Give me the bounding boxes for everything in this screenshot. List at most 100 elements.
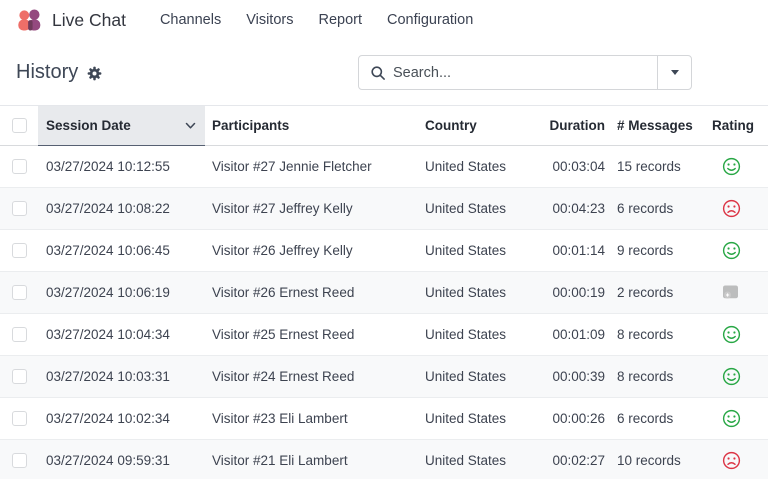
table-row[interactable]: 03/27/2024 10:03:31Visitor #24 Ernest Re… (0, 356, 768, 398)
cell-duration: 00:03:04 (535, 146, 605, 187)
column-header-participants[interactable]: Participants (205, 106, 425, 146)
cell-rating (705, 314, 768, 355)
cell-duration: 00:04:23 (535, 188, 605, 229)
page-title: History (16, 61, 78, 84)
sort-chevron-icon (185, 122, 196, 130)
row-checkbox[interactable] (12, 201, 27, 216)
rating-happy-icon (722, 325, 741, 344)
cell-session-date: 03/27/2024 10:02:34 (38, 398, 205, 439)
table-row[interactable]: 03/27/2024 10:06:19Visitor #26 Ernest Re… (0, 272, 768, 314)
cell-messages: 8 records (605, 356, 705, 397)
cell-messages: 15 records (605, 146, 705, 187)
cell-country: United States (425, 440, 535, 479)
livechat-logo-icon (16, 7, 43, 34)
column-header-duration[interactable]: Duration (535, 106, 605, 146)
cell-country: United States (425, 146, 535, 187)
cell-rating (705, 272, 768, 313)
row-select-cell[interactable] (0, 188, 38, 229)
row-checkbox[interactable] (12, 285, 27, 300)
rating-happy-icon (722, 157, 741, 176)
cell-rating (705, 146, 768, 187)
cell-country: United States (425, 356, 535, 397)
rating-sad-icon (722, 451, 741, 470)
row-select-cell[interactable] (0, 398, 38, 439)
cell-messages: 6 records (605, 188, 705, 229)
cell-messages: 8 records (605, 314, 705, 355)
search-icon (359, 65, 393, 81)
checkbox[interactable] (12, 118, 27, 133)
top-navbar: Live Chat Channels Visitors Report Confi… (0, 0, 768, 40)
menu-report[interactable]: Report (308, 6, 372, 34)
search-input[interactable] (393, 65, 657, 81)
rating-happy-icon (722, 409, 741, 428)
control-panel: History (0, 40, 768, 105)
cell-rating (705, 356, 768, 397)
cell-country: United States (425, 398, 535, 439)
row-checkbox[interactable] (12, 411, 27, 426)
cell-rating (705, 440, 768, 479)
row-select-cell[interactable] (0, 356, 38, 397)
cell-rating (705, 188, 768, 229)
app-name: Live Chat (52, 10, 126, 31)
cell-rating (705, 398, 768, 439)
table-row[interactable]: 03/27/2024 10:12:55Visitor #27 Jennie Fl… (0, 146, 768, 188)
menu-configuration[interactable]: Configuration (377, 6, 483, 34)
sessions-list: Session Date Participants Country Durati… (0, 105, 768, 479)
cell-duration: 00:00:26 (535, 398, 605, 439)
cell-rating (705, 230, 768, 271)
cell-messages: 9 records (605, 230, 705, 271)
table-row[interactable]: 03/27/2024 10:08:22Visitor #27 Jeffrey K… (0, 188, 768, 230)
cell-participants: Visitor #25 Ernest Reed (205, 314, 425, 355)
cell-duration: 00:01:14 (535, 230, 605, 271)
cell-session-date: 03/27/2024 10:06:19 (38, 272, 205, 313)
gear-icon[interactable] (87, 66, 102, 81)
row-select-cell[interactable] (0, 440, 38, 479)
cell-participants: Visitor #26 Ernest Reed (205, 272, 425, 313)
search-dropdown-toggle[interactable] (657, 56, 691, 89)
row-select-cell[interactable] (0, 272, 38, 313)
cell-participants: Visitor #21 Eli Lambert (205, 440, 425, 479)
menu-channels[interactable]: Channels (150, 6, 231, 34)
cell-session-date: 03/27/2024 10:06:45 (38, 230, 205, 271)
row-checkbox[interactable] (12, 369, 27, 384)
row-checkbox[interactable] (12, 327, 27, 342)
row-checkbox[interactable] (12, 159, 27, 174)
session-table-body: 03/27/2024 10:12:55Visitor #27 Jennie Fl… (0, 146, 768, 479)
cell-duration: 00:00:19 (535, 272, 605, 313)
rating-placeholder-icon (722, 285, 739, 300)
column-header-session-date[interactable]: Session Date (38, 106, 205, 146)
search-box (358, 55, 692, 90)
table-row[interactable]: 03/27/2024 09:59:31Visitor #21 Eli Lambe… (0, 440, 768, 479)
select-all-checkbox[interactable] (0, 106, 38, 146)
table-row[interactable]: 03/27/2024 10:04:34Visitor #25 Ernest Re… (0, 314, 768, 356)
table-row[interactable]: 03/27/2024 10:06:45Visitor #26 Jeffrey K… (0, 230, 768, 272)
column-header-rating[interactable]: Rating (705, 106, 768, 146)
cell-participants: Visitor #23 Eli Lambert (205, 398, 425, 439)
column-header-country[interactable]: Country (425, 106, 535, 146)
navbar-menus: Channels Visitors Report Configuration (150, 6, 483, 34)
cell-session-date: 03/27/2024 10:12:55 (38, 146, 205, 187)
app-menu-button[interactable]: Live Chat (16, 7, 126, 34)
cell-session-date: 03/27/2024 09:59:31 (38, 440, 205, 479)
rating-happy-icon (722, 367, 741, 386)
cell-session-date: 03/27/2024 10:03:31 (38, 356, 205, 397)
cell-participants: Visitor #27 Jennie Fletcher (205, 146, 425, 187)
rating-happy-icon (722, 241, 741, 260)
row-select-cell[interactable] (0, 230, 38, 271)
row-checkbox[interactable] (12, 453, 27, 468)
cell-duration: 00:00:39 (535, 356, 605, 397)
column-header-messages[interactable]: # Messages (605, 106, 705, 146)
chevron-down-icon (671, 70, 679, 75)
cell-messages: 6 records (605, 398, 705, 439)
cell-participants: Visitor #27 Jeffrey Kelly (205, 188, 425, 229)
table-row[interactable]: 03/27/2024 10:02:34Visitor #23 Eli Lambe… (0, 398, 768, 440)
cell-messages: 2 records (605, 272, 705, 313)
row-checkbox[interactable] (12, 243, 27, 258)
cell-country: United States (425, 272, 535, 313)
cell-duration: 00:02:27 (535, 440, 605, 479)
row-select-cell[interactable] (0, 146, 38, 187)
cell-session-date: 03/27/2024 10:08:22 (38, 188, 205, 229)
row-select-cell[interactable] (0, 314, 38, 355)
cell-session-date: 03/27/2024 10:04:34 (38, 314, 205, 355)
menu-visitors[interactable]: Visitors (236, 6, 303, 34)
